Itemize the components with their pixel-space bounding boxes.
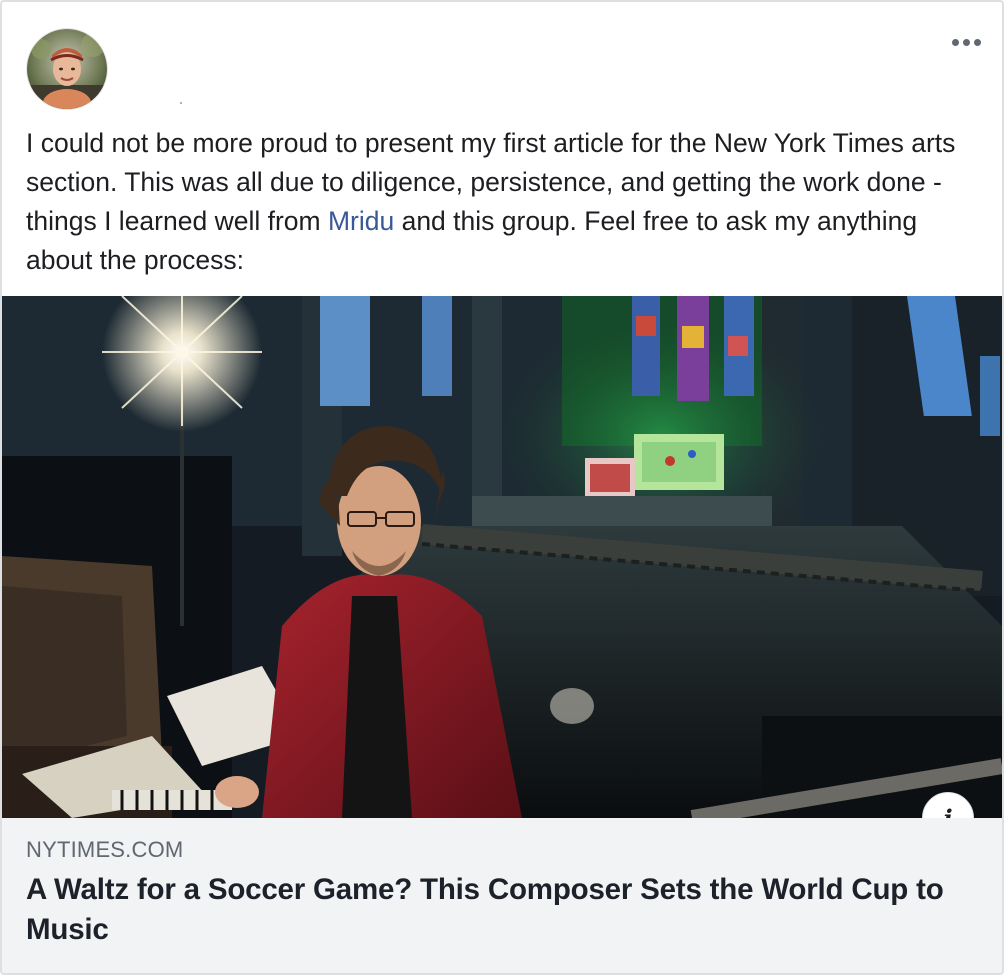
feed-post: I could not be more proud to present my … [0, 0, 1004, 975]
mention-link[interactable]: Mridu [328, 206, 394, 236]
more-horizontal-icon [951, 38, 959, 46]
author-meta-dot [180, 102, 182, 104]
more-horizontal-icon [962, 38, 970, 46]
post-header [2, 2, 1002, 112]
link-preview-image[interactable]: i [2, 296, 1002, 818]
link-domain: NYTIMES.COM [26, 837, 184, 862]
post-message: I could not be more proud to present my … [2, 124, 1002, 296]
link-preview-card[interactable]: NYTIMES.COM A Waltz for a Soccer Game? T… [2, 818, 1002, 973]
more-horizontal-icon [973, 38, 981, 46]
link-title[interactable]: A Waltz for a Soccer Game? This Composer… [26, 870, 978, 950]
author-avatar[interactable] [26, 28, 108, 110]
more-options-button[interactable] [944, 24, 988, 60]
